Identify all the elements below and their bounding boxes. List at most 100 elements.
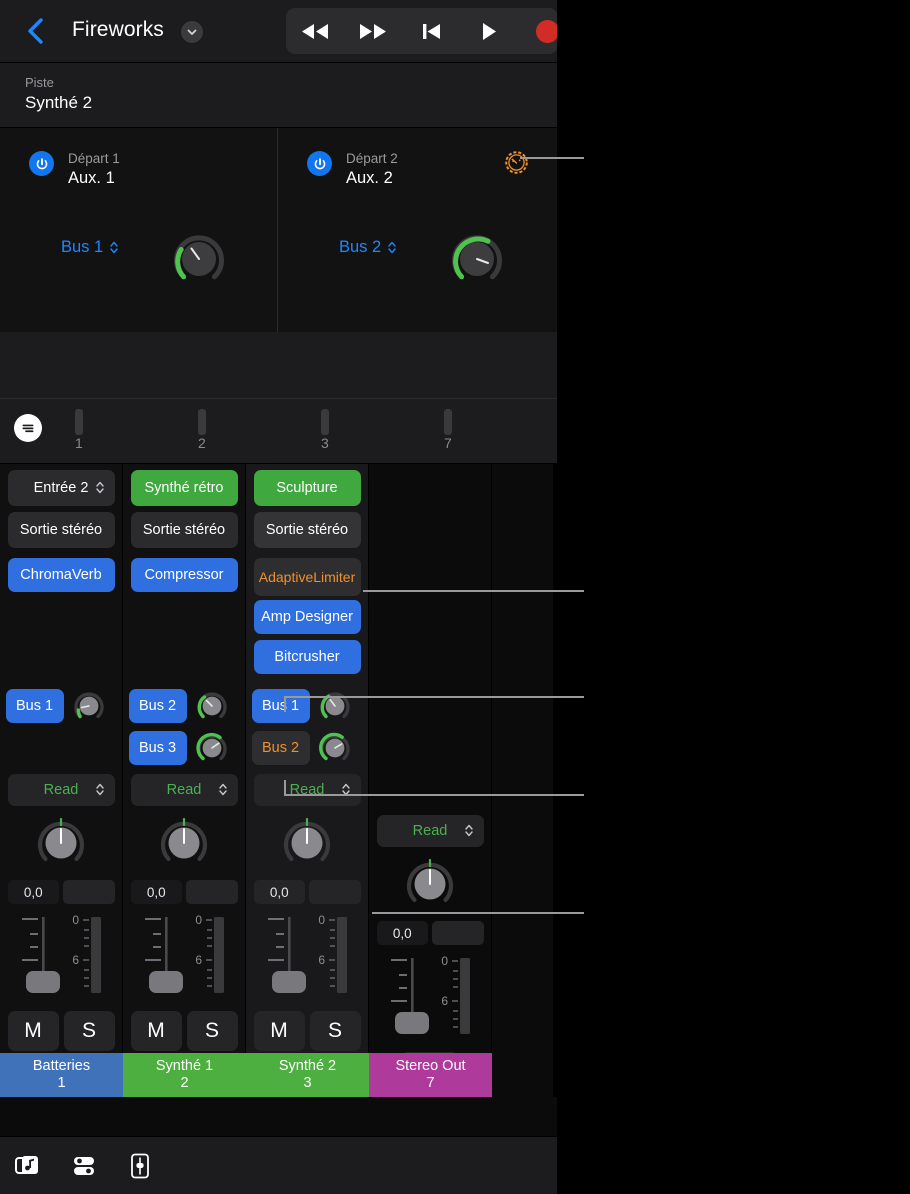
instrument-slot[interactable]: Sculpture	[254, 470, 361, 506]
automation-mode-selector[interactable]: Read	[131, 774, 238, 806]
up-down-stepper-icon	[95, 480, 105, 499]
send-bus-button[interactable]: Bus 1	[252, 689, 310, 723]
pan-value[interactable]	[63, 880, 115, 904]
power-icon[interactable]	[307, 151, 332, 176]
send-row: Bus 2	[129, 686, 240, 726]
send-level-knob-1[interactable]	[168, 228, 230, 290]
input-slot[interactable]: Entrée 2	[8, 470, 115, 506]
send-row: Bus 2	[252, 728, 363, 768]
record-icon	[536, 20, 558, 43]
volume-value[interactable]: 0,0	[254, 880, 306, 904]
pan-knob[interactable]	[32, 814, 90, 872]
send-knob[interactable]	[317, 688, 353, 724]
pan-knob[interactable]	[278, 814, 336, 872]
send-bus-button[interactable]: Bus 1	[6, 689, 64, 723]
ruler-mark-3	[321, 409, 329, 435]
send-bus-selector-1[interactable]: Bus 1	[61, 238, 119, 257]
channel-name-bar[interactable]: Synthé 1 2	[123, 1053, 246, 1097]
channel-name: Synthé 1	[156, 1058, 213, 1075]
back-chevron-icon[interactable]	[25, 16, 47, 46]
send-level-knob-2[interactable]	[446, 228, 508, 290]
rewind-button[interactable]	[286, 8, 344, 54]
fast-forward-button[interactable]	[344, 8, 402, 54]
fader-meter-area: 0 6	[131, 914, 238, 1009]
channel-strip-batteries[interactable]: Entrée 2 Sortie stéréo ChromaVerb Bus 1	[0, 464, 123, 1097]
channel-strip-stereo-out[interactable]: Read 0,0	[369, 464, 492, 1097]
up-down-stepper-icon	[464, 823, 474, 843]
mute-button[interactable]: M	[8, 1011, 59, 1051]
automation-mode-selector[interactable]: Read	[377, 815, 484, 847]
instrument-slot[interactable]: Synthé rétro	[131, 470, 238, 506]
send-row: Bus 3	[129, 728, 240, 768]
mute-button[interactable]: M	[254, 1011, 305, 1051]
svg-text:6: 6	[72, 953, 79, 967]
send-knob[interactable]	[71, 688, 107, 724]
list-menu-icon[interactable]	[14, 414, 42, 442]
send-caption: Départ 2	[346, 151, 398, 166]
pan-knob[interactable]	[401, 855, 459, 913]
track-caption: Piste	[25, 75, 54, 90]
plugin-slot-bypassed[interactable]: AdaptiveLimiter	[254, 558, 361, 596]
channel-name-bar[interactable]: Batteries 1	[0, 1053, 123, 1097]
send-slot-1: Départ 1 Aux. 1 Bus 1	[0, 128, 278, 332]
plugin-slot[interactable]: Bitcrusher	[254, 640, 361, 674]
library-icon[interactable]	[0, 1137, 56, 1194]
volume-fader[interactable]	[254, 914, 306, 1009]
send-bus-selector-2[interactable]: Bus 2	[339, 238, 397, 257]
go-to-start-button[interactable]	[402, 8, 460, 54]
volume-fader[interactable]	[131, 914, 183, 1009]
automation-mode-selector[interactable]: Read	[254, 774, 361, 806]
plugin-label-line2: Limiter	[313, 569, 355, 585]
sends-panel: Départ 1 Aux. 1 Bus 1	[0, 128, 557, 332]
solo-button[interactable]: S	[310, 1011, 361, 1051]
automation-mode-label: Read	[167, 782, 202, 798]
plugin-slot[interactable]: Amp Designer	[254, 600, 361, 634]
output-slot[interactable]: Sortie stéréo	[131, 512, 238, 548]
output-slot[interactable]: Sortie stéréo	[254, 512, 361, 548]
level-meter: 0 6	[63, 914, 115, 1009]
level-meter: 0 6	[186, 914, 238, 1009]
channel-strip-icon[interactable]	[112, 1137, 168, 1194]
pan-value[interactable]	[186, 880, 238, 904]
value-row: 0,0	[377, 921, 484, 945]
record-button[interactable]	[518, 8, 557, 54]
volume-value[interactable]: 0,0	[8, 880, 60, 904]
send-knob[interactable]	[194, 730, 230, 766]
play-button[interactable]	[460, 8, 518, 54]
plugin-slot[interactable]: Compressor	[131, 558, 238, 592]
send-bus-button[interactable]: Bus 2	[129, 689, 187, 723]
gauge-meter-icon[interactable]	[504, 150, 529, 175]
pan-value[interactable]	[309, 880, 361, 904]
up-down-stepper-icon	[218, 782, 228, 802]
channel-name-bar[interactable]: Synthé 2 3	[246, 1053, 369, 1097]
automation-mode-selector[interactable]: Read	[8, 774, 115, 806]
track-header: Piste Synthé 2	[0, 63, 557, 128]
bottom-toolbar	[0, 1136, 557, 1194]
plugin-slot[interactable]: ChromaVerb	[8, 558, 115, 592]
power-icon[interactable]	[29, 151, 54, 176]
send-knob[interactable]	[317, 730, 353, 766]
project-title: Fireworks	[72, 18, 164, 42]
volume-fader[interactable]	[377, 955, 429, 1050]
solo-button[interactable]: S	[187, 1011, 238, 1051]
controls-icon[interactable]	[56, 1137, 112, 1194]
pan-knob[interactable]	[155, 814, 213, 872]
channel-name-bar[interactable]: Stereo Out 7	[369, 1053, 492, 1097]
volume-value[interactable]: 0,0	[377, 921, 429, 945]
input-label: Entrée 2	[34, 480, 89, 496]
volume-value[interactable]: 0,0	[131, 880, 183, 904]
mute-button[interactable]: M	[131, 1011, 182, 1051]
channel-strip-synthe-1[interactable]: Synthé rétro Sortie stéréo Compressor Bu…	[123, 464, 246, 1097]
volume-fader[interactable]	[8, 914, 60, 1009]
channel-strip-synthe-2[interactable]: Sculpture Sortie stéréo AdaptiveLimiter …	[246, 464, 369, 1097]
ruler-number-2: 2	[198, 435, 206, 451]
solo-button[interactable]: S	[64, 1011, 115, 1051]
pan-value[interactable]	[432, 921, 484, 945]
send-bus-button[interactable]: Bus 3	[129, 731, 187, 765]
callout-volume-fader	[372, 912, 584, 914]
send-knob[interactable]	[194, 688, 230, 724]
chevron-down-icon[interactable]	[181, 21, 203, 43]
svg-text:0: 0	[72, 914, 79, 927]
output-slot[interactable]: Sortie stéréo	[8, 512, 115, 548]
send-bus-button-bypassed[interactable]: Bus 2	[252, 731, 310, 765]
